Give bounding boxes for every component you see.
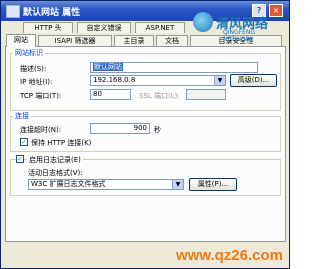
connection-label: 连接 [13,111,31,121]
footer: www.qz26.com [1,243,289,268]
tab-aspnet[interactable]: ASP.NET [135,22,185,33]
properties-dialog: 默认网站 属性 ? × HTTP 头 自定义错误 ASP.NET 网站 ISAP… [0,0,290,269]
logo-globe-icon [193,12,213,32]
tab-home-directory[interactable]: 主目录 [114,35,154,46]
site-identification-label: 网站标识 [13,48,45,58]
timeout-label: 连接超时(N): [20,126,62,134]
tcp-port-field[interactable]: 80 [90,89,131,100]
watermark-text: www.qz26.com [176,247,283,264]
ip-address-label: IP 地址(I): [20,78,53,86]
tab-website[interactable]: 网站 [6,34,36,47]
enable-logging-checkbox[interactable]: ✓ [16,155,24,163]
log-properties-button[interactable]: 属性(P)... [189,178,237,191]
keepalive-checkbox[interactable]: ✓ [20,138,28,146]
tcp-port-label: TCP 端口(T): [20,92,62,100]
description-label: 描述(S): [20,65,47,73]
description-field[interactable]: 默认网站 [90,62,258,73]
ip-address-value: 192.168.0.8 [93,76,136,84]
timeout-field[interactable]: 900 [90,123,150,134]
timeout-unit: 秒 [154,126,161,134]
tab-custom-errors[interactable]: 自定义错误 [77,22,131,33]
advanced-button[interactable]: 高级(D)... [230,74,277,87]
enable-logging-label: 启用日志记录(E) [27,155,83,165]
ip-address-select[interactable]: 192.168.0.8 ▼ [90,75,226,86]
chevron-down-icon[interactable]: ▼ [214,76,225,85]
ssl-port-label: SSL 端口(L): [139,92,180,100]
keepalive-label: 保持 HTTP 连接(K) [31,139,92,147]
tab-isapi-filters[interactable]: ISAPI 筛选器 [38,35,112,46]
log-format-label: 活动日志格式(V): [28,169,83,177]
description-value: 默认网站 [93,63,123,71]
qingfeng-logo: 清风网络 QINGFENG NETWORK [193,10,287,43]
website-tab-panel: 网站标识 描述(S): 默认网站 IP 地址(I): 192.168.0.8 ▼… [5,46,286,242]
log-format-select[interactable]: W3C 扩展日志文件格式 ▼ [28,179,184,190]
ssl-port-field[interactable] [186,89,226,100]
window-icon [6,5,20,18]
logo-subtext: QINGFENG NETWORK [223,29,256,43]
window-title: 默认网站 属性 [23,8,81,18]
log-format-value: W3C 扩展日志文件格式 [31,180,106,188]
chevron-down-icon[interactable]: ▼ [172,180,183,189]
tab-http-headers[interactable]: HTTP 头 [23,22,73,33]
tab-documents[interactable]: 文档 [156,35,188,46]
